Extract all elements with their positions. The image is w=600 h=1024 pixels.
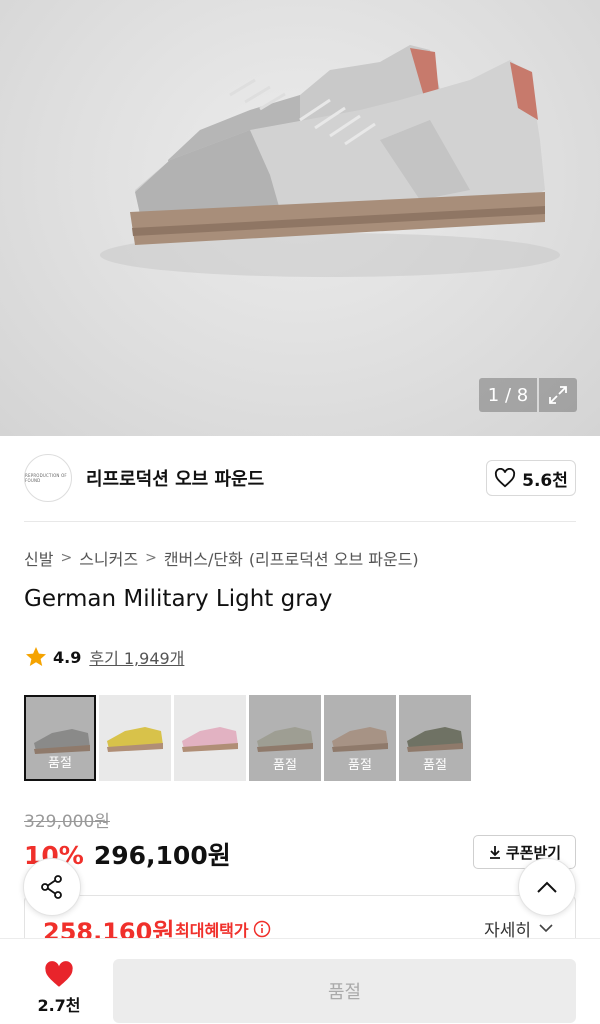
image-counter: 1 / 8 <box>479 378 537 412</box>
product-image[interactable]: 1 / 8 <box>0 0 600 436</box>
chevron-right-icon: > <box>60 550 73 566</box>
shoe-thumbnail-image <box>332 727 388 752</box>
bottom-bar: 2.7천 품절 <box>0 938 600 1024</box>
sold-out-label: 품절 <box>273 758 297 773</box>
brand-logo[interactable]: REPRODUCTION OF FOUND <box>24 454 72 502</box>
sale-price: 296,100원 <box>93 841 231 870</box>
variant-thumb[interactable] <box>99 695 171 781</box>
brand-like-count: 5.6천 <box>522 470 568 491</box>
download-icon <box>489 846 500 859</box>
original-price: 329,000원 <box>24 812 110 832</box>
star-icon <box>26 647 46 666</box>
shoe-thumbnail-image <box>257 727 313 752</box>
variant-thumb[interactable]: 품절 <box>249 695 321 781</box>
expand-icon[interactable] <box>539 378 577 412</box>
sold-out-label: 품절 <box>348 758 372 773</box>
sneakers-image <box>100 45 560 277</box>
variant-thumb[interactable]: 품절 <box>24 695 96 781</box>
brand-like-button[interactable]: 5.6천 <box>486 460 576 496</box>
divider <box>24 521 576 522</box>
chevron-right-icon: > <box>145 550 157 566</box>
rating-score: 4.9 <box>53 647 82 667</box>
sold-out-label: 품절 <box>48 756 72 771</box>
variant-thumbnails: 품절 품절 품절 품절 <box>24 695 471 781</box>
brand-row[interactable]: REPRODUCTION OF FOUND 리프로덕션 오브 파운드 5.6천 <box>24 453 576 503</box>
shoe-thumbnail-image <box>407 727 463 752</box>
sold-out-label: 품절 <box>423 758 447 773</box>
variant-thumb[interactable]: 품절 <box>399 695 471 781</box>
scroll-top-button[interactable] <box>518 858 576 916</box>
brand-logo-text: REPRODUCTION OF FOUND <box>25 473 67 483</box>
breadcrumb-item-sneakers[interactable]: 스니커즈 <box>79 546 138 570</box>
product-title: German Military Light gray <box>24 586 333 612</box>
info-icon[interactable] <box>253 920 271 938</box>
breadcrumb-item-shoes[interactable]: 신발 <box>24 546 53 570</box>
rating: 4.9 후기 1,949개 <box>24 644 184 670</box>
shoe-thumbnail-image <box>34 729 90 754</box>
chevron-down-icon <box>539 924 553 933</box>
brand-name[interactable]: 리프로덕션 오브 파운드 <box>86 465 264 491</box>
variant-thumb[interactable] <box>174 695 246 781</box>
heart-outline-icon <box>495 468 516 488</box>
wishlist-count: 2.7천 <box>37 996 81 1015</box>
heart-filled-icon <box>45 961 73 987</box>
share-button[interactable] <box>23 858 81 916</box>
chevron-up-icon <box>537 881 557 893</box>
shoe-thumbnail-image <box>107 727 163 752</box>
variant-thumb[interactable]: 품절 <box>324 695 396 781</box>
shoe-thumbnail-image <box>182 727 238 752</box>
breadcrumb-item-brand[interactable]: (리프로덕션 오브 파운드) <box>249 546 419 570</box>
buy-button[interactable]: 품절 <box>113 959 576 1023</box>
breadcrumb: 신발 > 스니커즈 > 캔버스/단화 (리프로덕션 오브 파운드) <box>24 546 419 570</box>
wishlist-button[interactable]: 2.7천 <box>26 961 92 1016</box>
share-icon <box>41 875 62 899</box>
reviews-link[interactable]: 후기 1,949개 <box>89 645 184 669</box>
breadcrumb-item-canvas[interactable]: 캔버스/단화 <box>164 546 243 570</box>
